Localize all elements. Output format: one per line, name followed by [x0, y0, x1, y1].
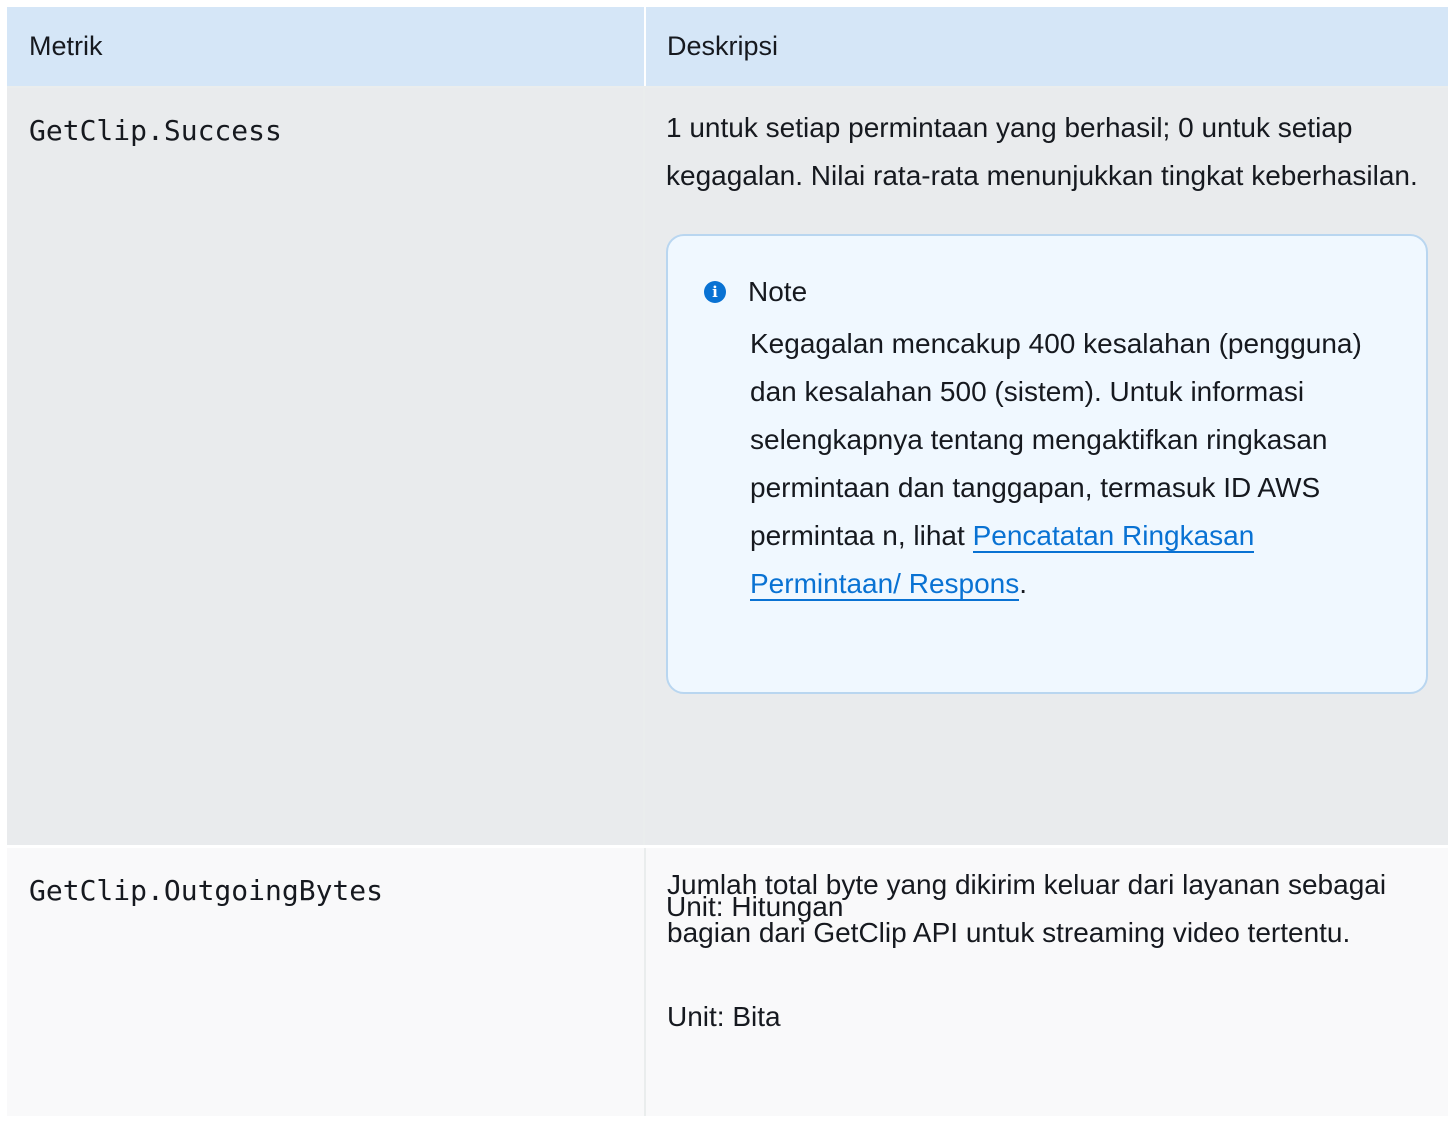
description-text: 1 untuk setiap permintaan yang berhasil;… [666, 112, 1418, 191]
table-row: GetClip.Success 1 untuk setiap permintaa… [7, 88, 1448, 922]
metrics-table: Metrik Deskripsi GetClip.Success 1 untuk… [7, 7, 1448, 1116]
note-text: Kegagalan mencakup 400 kesalahan (penggu… [750, 328, 1362, 551]
metric-cell: GetClip.OutgoingBytes [7, 848, 646, 1116]
metric-cell: GetClip.Success [7, 88, 645, 845]
header-metric: Metrik [7, 7, 646, 86]
note-body: Kegagalan mencakup 400 kesalahan (penggu… [750, 320, 1370, 608]
unit-text: Unit: Bita [667, 1001, 781, 1032]
note-text-end: . [1019, 568, 1028, 599]
description-cell: 1 untuk setiap permintaan yang berhasil;… [645, 88, 1448, 922]
metric-name: GetClip.Success [29, 114, 282, 147]
table-header: Metrik Deskripsi [7, 7, 1448, 88]
info-icon: i [704, 281, 726, 303]
description-cell: Jumlah total byte yang dikirim keluar da… [646, 848, 1448, 1116]
table-row: GetClip.OutgoingBytes Jumlah total byte … [7, 848, 1448, 1116]
note-title: Note [748, 276, 808, 307]
unit-text: Unit: Hitungan [666, 891, 844, 922]
metric-name: GetClip.OutgoingBytes [29, 874, 384, 907]
header-description: Deskripsi [667, 31, 779, 61]
note-box: i Note Kegagalan mencakup 400 kesalahan … [666, 234, 1428, 694]
